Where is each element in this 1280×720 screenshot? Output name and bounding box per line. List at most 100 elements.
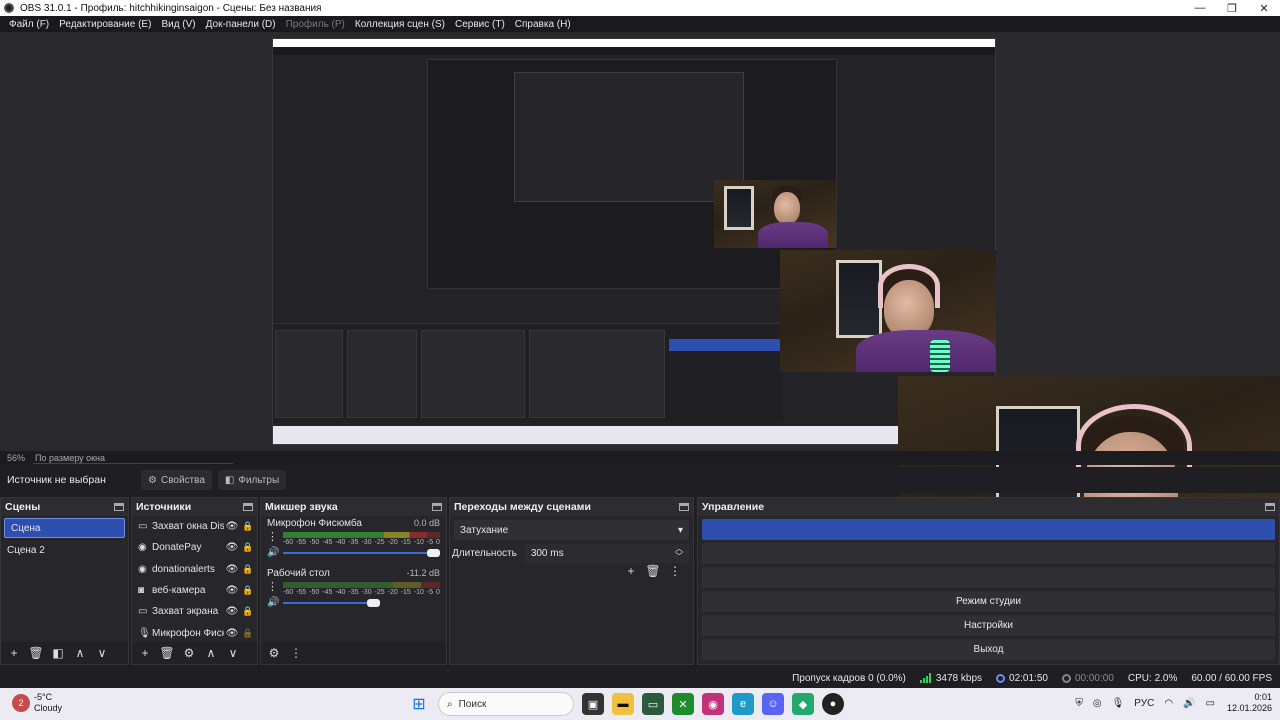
volume-knob[interactable]: [367, 599, 381, 607]
xbox-icon[interactable]: ✕: [672, 693, 694, 715]
more-icon[interactable]: ⋮: [286, 644, 306, 662]
gear-icon[interactable]: ⚙: [179, 644, 199, 662]
volume-meter: [283, 532, 440, 538]
undock-icon[interactable]: [243, 503, 253, 511]
eye-icon[interactable]: 👁: [224, 585, 240, 596]
add-icon[interactable]: +: [620, 564, 642, 578]
file-explorer-icon[interactable]: ▬: [612, 693, 634, 715]
menu-profile[interactable]: Профиль (P): [281, 19, 350, 30]
volume-meter: [283, 582, 440, 588]
edge-browser-icon[interactable]: e: [732, 693, 754, 715]
move-up-icon[interactable]: ∧: [70, 644, 90, 662]
undock-icon[interactable]: [114, 503, 124, 511]
menu-help[interactable]: Справка (H): [510, 19, 576, 30]
filter-icon[interactable]: ◧: [48, 644, 68, 662]
meter-tick: -50: [309, 539, 320, 546]
windows-start-icon[interactable]: ⊞: [408, 693, 430, 715]
source-item[interactable]: ◉ DonatePay 👁 🔒: [132, 537, 257, 558]
mixer-settings-icon[interactable]: ⚙: [264, 644, 284, 662]
eye-icon[interactable]: 👁: [224, 521, 240, 532]
lock-icon[interactable]: 🔒: [240, 606, 256, 617]
undock-icon[interactable]: [432, 503, 442, 511]
lock-icon[interactable]: 🔒: [240, 542, 256, 553]
discord-icon[interactable]: ☺: [762, 693, 784, 715]
menu-view[interactable]: Вид (V): [156, 19, 200, 30]
studio-mode-button[interactable]: Режим студии: [702, 591, 1275, 612]
move-down-icon[interactable]: ∨: [92, 644, 112, 662]
volume-slider[interactable]: [283, 598, 440, 608]
source-item[interactable]: 🎙 Микрофон Фиск 👁 🔒: [132, 622, 257, 643]
add-icon[interactable]: +: [4, 644, 24, 662]
spin-arrows-icon[interactable]: ︿ ﹀: [675, 545, 683, 561]
settings-button[interactable]: Настройки: [702, 615, 1275, 636]
signal-bars-icon: [919, 673, 932, 683]
transition-select[interactable]: Затухание ▾: [454, 520, 689, 540]
speaker-icon[interactable]: 🔊: [267, 597, 279, 608]
eye-icon[interactable]: 👁: [224, 628, 240, 639]
properties-button[interactable]: ⚙ Свойства: [141, 470, 212, 490]
menu-bar: Файл (F) Редактирование (E) Вид (V) Док-…: [0, 16, 1280, 32]
eye-icon[interactable]: 👁: [224, 542, 240, 553]
trash-icon[interactable]: 🗑: [157, 644, 177, 662]
channel-menu-icon[interactable]: ⋮: [267, 530, 278, 543]
microphone-icon[interactable]: 🎙: [1112, 698, 1125, 709]
channel-menu-icon[interactable]: ⋮: [267, 580, 278, 593]
terminal-icon[interactable]: ▭: [642, 693, 664, 715]
move-down-icon[interactable]: ∨: [223, 644, 243, 662]
undock-icon[interactable]: [1265, 503, 1275, 511]
menu-docks[interactable]: Док-панели (D): [201, 19, 281, 30]
virtual-camera-button[interactable]: [702, 567, 1275, 588]
duration-spinbox[interactable]: 300 ms ︿ ﹀: [524, 543, 689, 563]
weather-widget[interactable]: 2 -5°C Cloudy: [12, 692, 62, 714]
lock-icon[interactable]: 🔒: [240, 521, 256, 532]
source-item[interactable]: ▭ Захват экрана 👁 🔒: [132, 601, 257, 622]
lock-icon[interactable]: 🔒: [240, 628, 256, 639]
menu-edit[interactable]: Редактирование (E): [54, 19, 156, 30]
volume-slider[interactable]: [283, 548, 440, 558]
preview-zoom-bar: 56% По размеру окна: [0, 451, 1280, 465]
undock-icon[interactable]: [679, 503, 689, 511]
globe-icon[interactable]: ◎: [1093, 698, 1102, 709]
battery-icon[interactable]: ▭: [1206, 698, 1215, 709]
preview-canvas[interactable]: [0, 32, 1280, 590]
scene-item[interactable]: Сцена: [4, 518, 125, 538]
scene-item[interactable]: Сцена 2: [1, 540, 128, 560]
start-recording-button[interactable]: [702, 543, 1275, 564]
minimize-button[interactable]: —: [1184, 0, 1216, 16]
shield-icon[interactable]: ⛨: [1075, 698, 1083, 709]
filters-button[interactable]: ◧ Фильтры: [217, 470, 287, 490]
exit-button[interactable]: Выход: [702, 639, 1275, 660]
zoom-mode-select[interactable]: По размеру окна: [33, 452, 233, 464]
clock[interactable]: 0:01 12.01.2026: [1227, 692, 1272, 714]
language-indicator[interactable]: РУС: [1134, 698, 1154, 709]
webcam-frame-medium: [780, 250, 996, 372]
taskbar-search[interactable]: ⌕ Поиск: [438, 692, 574, 716]
more-icon[interactable]: ⋮: [664, 564, 686, 578]
start-streaming-button[interactable]: [702, 519, 1275, 540]
speaker-icon[interactable]: 🔊: [267, 547, 279, 558]
add-icon[interactable]: +: [135, 644, 155, 662]
menu-file[interactable]: Файл (F): [4, 19, 54, 30]
menu-scene-collection[interactable]: Коллекция сцен (S): [350, 19, 450, 30]
eye-icon[interactable]: 👁: [224, 606, 240, 617]
source-item[interactable]: ▭ Захват окна Disc 👁 🔒: [132, 516, 257, 537]
close-button[interactable]: ✕: [1248, 0, 1280, 16]
lock-icon[interactable]: 🔒: [240, 564, 256, 575]
speaker-icon[interactable]: 🔊: [1183, 698, 1195, 709]
volume-knob[interactable]: [427, 549, 440, 557]
obs-taskbar-icon[interactable]: ●: [822, 693, 844, 715]
source-item[interactable]: ◙ веб-камера 👁 🔒: [132, 580, 257, 601]
maximize-button[interactable]: ❐: [1216, 0, 1248, 16]
eye-icon[interactable]: 👁: [224, 564, 240, 575]
filters-label: Фильтры: [238, 474, 280, 486]
task-view-icon[interactable]: ▣: [582, 693, 604, 715]
app-pink-icon[interactable]: ◉: [702, 693, 724, 715]
move-up-icon[interactable]: ∧: [201, 644, 221, 662]
trash-icon[interactable]: 🗑: [642, 564, 664, 578]
wifi-icon[interactable]: ◠: [1164, 698, 1173, 709]
menu-tools[interactable]: Сервис (T): [450, 19, 510, 30]
lock-icon[interactable]: 🔒: [240, 585, 256, 596]
trash-icon[interactable]: 🗑: [26, 644, 46, 662]
source-item[interactable]: ◉ donationalerts 👁 🔒: [132, 559, 257, 580]
app-green-icon[interactable]: ◆: [792, 693, 814, 715]
